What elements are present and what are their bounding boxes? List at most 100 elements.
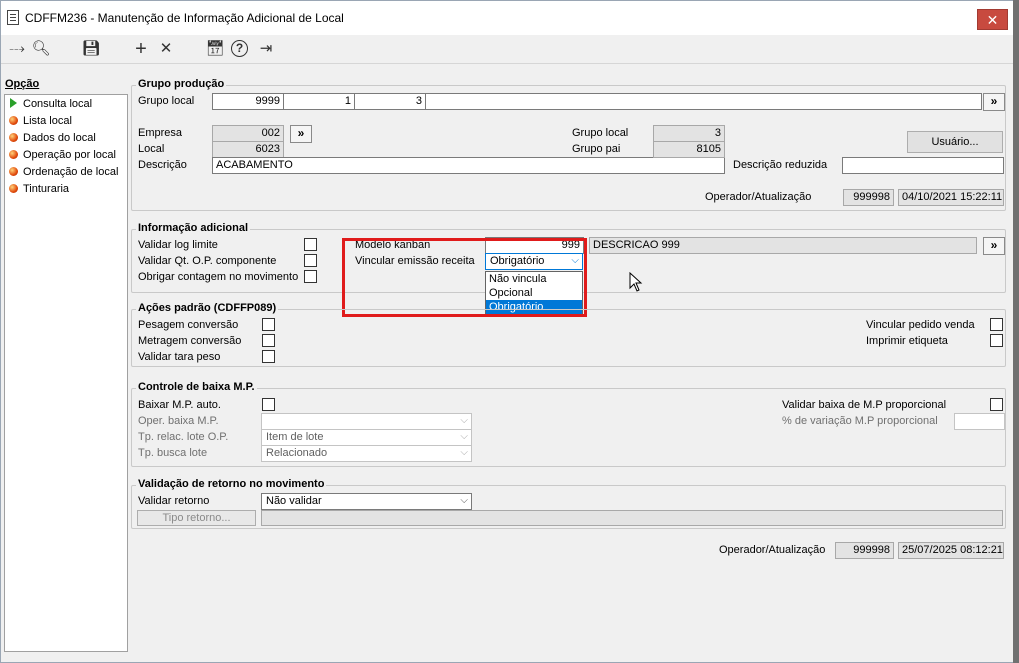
chevron-down-icon: ⌵	[460, 447, 468, 458]
tipo-retorno-field	[261, 510, 1003, 526]
sidebar-item-dados-local[interactable]: Dados do local	[9, 132, 96, 148]
grupo-pai-label: Grupo pai	[572, 143, 621, 155]
main-window: CDFFM236 - Manutenção de Informação Adic…	[0, 0, 1015, 663]
tp-busca-label: Tp. busca lote	[138, 447, 208, 459]
imprimir-etiqueta-checkbox[interactable]	[990, 334, 1003, 347]
toolbar: ⤏ 🔍︎ 💾︎ + ✕ 📅︎ ? ⇥	[1, 35, 1014, 63]
empresa-field: 002	[212, 125, 284, 142]
bullet-icon	[9, 184, 18, 193]
tp-busca-value: Relacionado	[266, 447, 328, 459]
sidebar-item-tinturaria[interactable]: Tinturaria	[9, 183, 69, 199]
window-edge	[1013, 0, 1019, 663]
chevron-down-icon: ⌵	[460, 415, 468, 426]
descricao-field[interactable]: ACABAMENTO	[212, 157, 725, 174]
close-button[interactable]: ✕	[977, 9, 1008, 30]
delete-icon[interactable]: ✕	[156, 39, 176, 59]
baixar-auto-checkbox[interactable]	[262, 398, 275, 411]
obrigar-contagem-label: Obrigar contagem no movimento	[138, 271, 299, 283]
toolbar-divider	[1, 63, 1014, 64]
footer-operador-label: Operador/Atualização	[719, 544, 826, 556]
bullet-icon	[9, 116, 18, 125]
chevron-down-icon: ⌵	[460, 431, 468, 442]
bullet-icon	[9, 133, 18, 142]
operador-field: 999998	[843, 189, 894, 206]
validar-qt-op-checkbox[interactable]	[304, 254, 317, 267]
sidebar-item-lista-local[interactable]: Lista local	[9, 115, 72, 131]
vincular-pedido-checkbox[interactable]	[990, 318, 1003, 331]
perc-variacao-label: % de variação M.P proporcional	[782, 415, 938, 427]
logout-icon[interactable]: ⇥	[256, 39, 276, 59]
vincular-pedido-label: Vincular pedido venda	[866, 319, 975, 331]
grupo-local-field-2[interactable]: 1	[283, 93, 355, 110]
chevron-down-icon: ⌵	[460, 495, 468, 506]
grupo-local-right-field: 3	[653, 125, 725, 142]
bullet-icon	[9, 150, 18, 159]
group-title-info-adicional: Informação adicional	[136, 222, 251, 234]
grupo-local-lookup-button[interactable]: »	[983, 93, 1005, 111]
modelo-kanban-description: DESCRICAO 999	[589, 237, 977, 254]
validar-log-limite-checkbox[interactable]	[304, 238, 317, 251]
footer-atualizacao-field: 25/07/2025 08:12:21	[898, 542, 1004, 559]
highlight-box	[342, 238, 587, 317]
bullet-icon	[9, 167, 18, 176]
help-icon[interactable]: ?	[231, 40, 248, 57]
footer-operador-field: 999998	[835, 542, 894, 559]
group-title-grupo-producao: Grupo produção	[136, 78, 227, 90]
window-title: CDFFM236 - Manutenção de Informação Adic…	[25, 11, 344, 25]
group-title-acoes-padrao: Ações padrão (CDFFP089)	[136, 302, 279, 314]
metragem-conversao-label: Metragem conversão	[138, 335, 242, 347]
validar-retorno-label: Validar retorno	[138, 495, 210, 507]
pesagem-conversao-label: Pesagem conversão	[138, 319, 239, 331]
sidebar-item-ordenacao-local[interactable]: Ordenação de local	[9, 166, 118, 182]
play-arrow-icon	[10, 98, 17, 108]
group-title-validacao-retorno: Validação de retorno no movimento	[136, 478, 327, 490]
grupo-local-field-3[interactable]: 3	[354, 93, 426, 110]
empresa-lookup-button[interactable]: »	[290, 125, 312, 143]
search-icon[interactable]: 🔍︎	[31, 39, 51, 59]
sidebar-item-operacao-local[interactable]: Operação por local	[9, 149, 116, 165]
app-document-icon	[7, 10, 19, 25]
perc-variacao-field	[954, 413, 1005, 430]
tp-relac-select: Item de lote ⌵	[261, 429, 472, 446]
exit-to-icon[interactable]: ⤏	[7, 39, 27, 59]
validar-proporcional-label: Validar baixa de M.P proporcional	[782, 399, 947, 411]
grupo-local-field-1[interactable]: 9999	[212, 93, 284, 110]
descricao-reduzida-field[interactable]	[842, 157, 1004, 174]
mouse-cursor-icon	[629, 272, 643, 292]
calendar-icon[interactable]: 📅︎	[205, 39, 225, 59]
validar-proporcional-checkbox[interactable]	[990, 398, 1003, 411]
grupo-local-description	[425, 93, 982, 110]
sidebar-title: Opção	[5, 78, 40, 90]
local-label: Local	[138, 143, 165, 155]
oper-baixa-select: ⌵	[261, 413, 472, 430]
descricao-label: Descrição	[138, 159, 187, 171]
pesagem-conversao-checkbox[interactable]	[262, 318, 275, 331]
validar-tara-label: Validar tara peso	[138, 351, 221, 363]
obrigar-contagem-checkbox[interactable]	[304, 270, 317, 283]
baixar-auto-label: Baixar M.P. auto.	[138, 399, 221, 411]
usuario-button[interactable]: Usuário...	[907, 131, 1003, 153]
validar-tara-checkbox[interactable]	[262, 350, 275, 363]
tp-busca-select: Relacionado ⌵	[261, 445, 472, 462]
group-title-controle-baixa: Controle de baixa M.P.	[136, 381, 257, 393]
title-bar: CDFFM236 - Manutenção de Informação Adic…	[1, 1, 1014, 35]
local-field: 6023	[212, 141, 284, 158]
sidebar-item-consulta-local[interactable]: Consulta local	[9, 98, 93, 114]
empresa-label: Empresa	[138, 127, 183, 139]
validar-retorno-select[interactable]: Não validar ⌵	[261, 493, 472, 510]
sidebar: Consulta local Lista local Dados do loca…	[4, 94, 128, 652]
grupo-local-label: Grupo local	[138, 95, 195, 107]
metragem-conversao-checkbox[interactable]	[262, 334, 275, 347]
validar-log-limite-label: Validar log limite	[138, 239, 218, 251]
validar-qt-op-label: Validar Qt. O.P. componente	[138, 255, 277, 267]
save-icon[interactable]: 💾︎	[81, 39, 101, 59]
add-icon[interactable]: +	[131, 39, 151, 59]
descricao-reduzida-label: Descrição reduzida	[733, 159, 828, 171]
validar-retorno-value: Não validar	[266, 495, 322, 507]
tp-relac-value: Item de lote	[266, 431, 324, 443]
modelo-kanban-lookup-button[interactable]: »	[983, 237, 1005, 255]
oper-baixa-label: Oper. baixa M.P.	[138, 415, 219, 427]
tp-relac-label: Tp. relac. lote O.P.	[138, 431, 229, 443]
imprimir-etiqueta-label: Imprimir etiqueta	[866, 335, 948, 347]
atualizacao-field: 04/10/2021 15:22:11	[898, 189, 1004, 206]
